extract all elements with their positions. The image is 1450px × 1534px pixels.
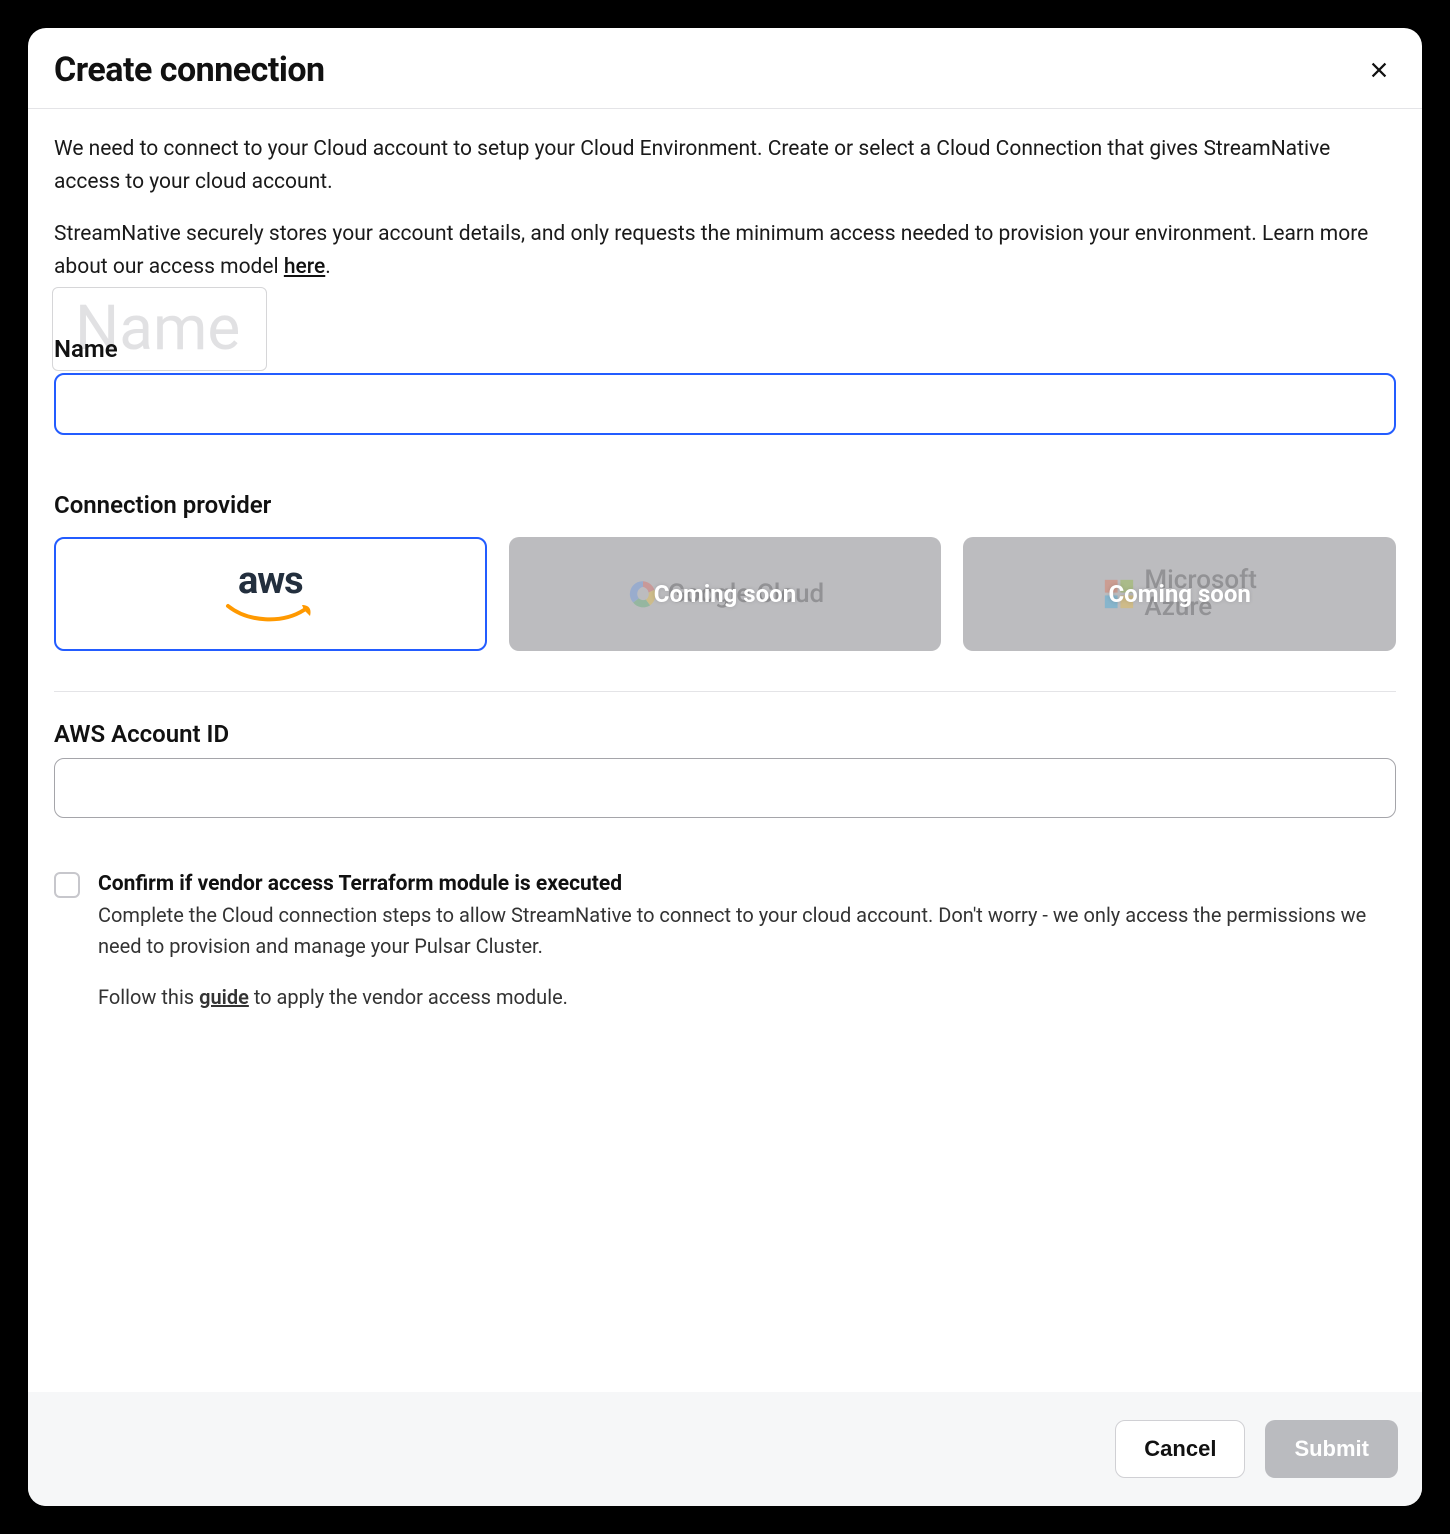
aws-account-input[interactable] xyxy=(54,758,1396,818)
divider xyxy=(54,691,1396,692)
confirm-title: Confirm if vendor access Terraform modul… xyxy=(98,872,1396,896)
confirm-follow: Follow this guide to apply the vendor ac… xyxy=(98,982,1396,1013)
modal-footer: Cancel Submit xyxy=(28,1392,1422,1506)
name-label: Name xyxy=(54,335,1396,363)
aws-account-field-group: AWS Account ID xyxy=(54,720,1396,818)
aws-logo-icon: aws xyxy=(222,562,318,626)
confirm-section: Confirm if vendor access Terraform modul… xyxy=(54,872,1396,1033)
close-button[interactable] xyxy=(1362,53,1396,87)
coming-soon-label: Coming soon xyxy=(1108,580,1250,608)
provider-card-aws[interactable]: aws xyxy=(54,537,487,651)
confirm-body: Complete the Cloud connection steps to a… xyxy=(98,900,1396,962)
coming-soon-label: Coming soon xyxy=(654,580,796,608)
submit-button[interactable]: Submit xyxy=(1265,1420,1398,1478)
intro-paragraph-1: We need to connect to your Cloud account… xyxy=(54,133,1396,198)
guide-link[interactable]: guide xyxy=(199,985,249,1009)
provider-card-azure: Microsoft Azure Coming soon xyxy=(963,537,1396,651)
modal-header: Create connection xyxy=(28,28,1422,109)
name-input[interactable] xyxy=(54,373,1396,435)
intro-text: We need to connect to your Cloud account… xyxy=(54,133,1396,283)
create-connection-modal: Create connection We need to connect to … xyxy=(28,28,1422,1506)
intro-paragraph-2: StreamNative securely stores your accoun… xyxy=(54,218,1396,283)
modal-title: Create connection xyxy=(54,50,325,90)
close-icon xyxy=(1368,59,1390,81)
name-field-group: Name xyxy=(54,335,1396,435)
provider-grid: aws Google Cloud C xyxy=(54,537,1396,651)
access-model-link[interactable]: here xyxy=(284,255,325,279)
provider-card-gcp: Google Cloud Coming soon xyxy=(509,537,942,651)
provider-label: Connection provider xyxy=(54,491,1396,519)
cancel-button[interactable]: Cancel xyxy=(1115,1420,1245,1478)
aws-account-label: AWS Account ID xyxy=(54,720,1396,748)
modal-body: We need to connect to your Cloud account… xyxy=(28,109,1422,1392)
confirm-checkbox[interactable] xyxy=(54,872,80,898)
